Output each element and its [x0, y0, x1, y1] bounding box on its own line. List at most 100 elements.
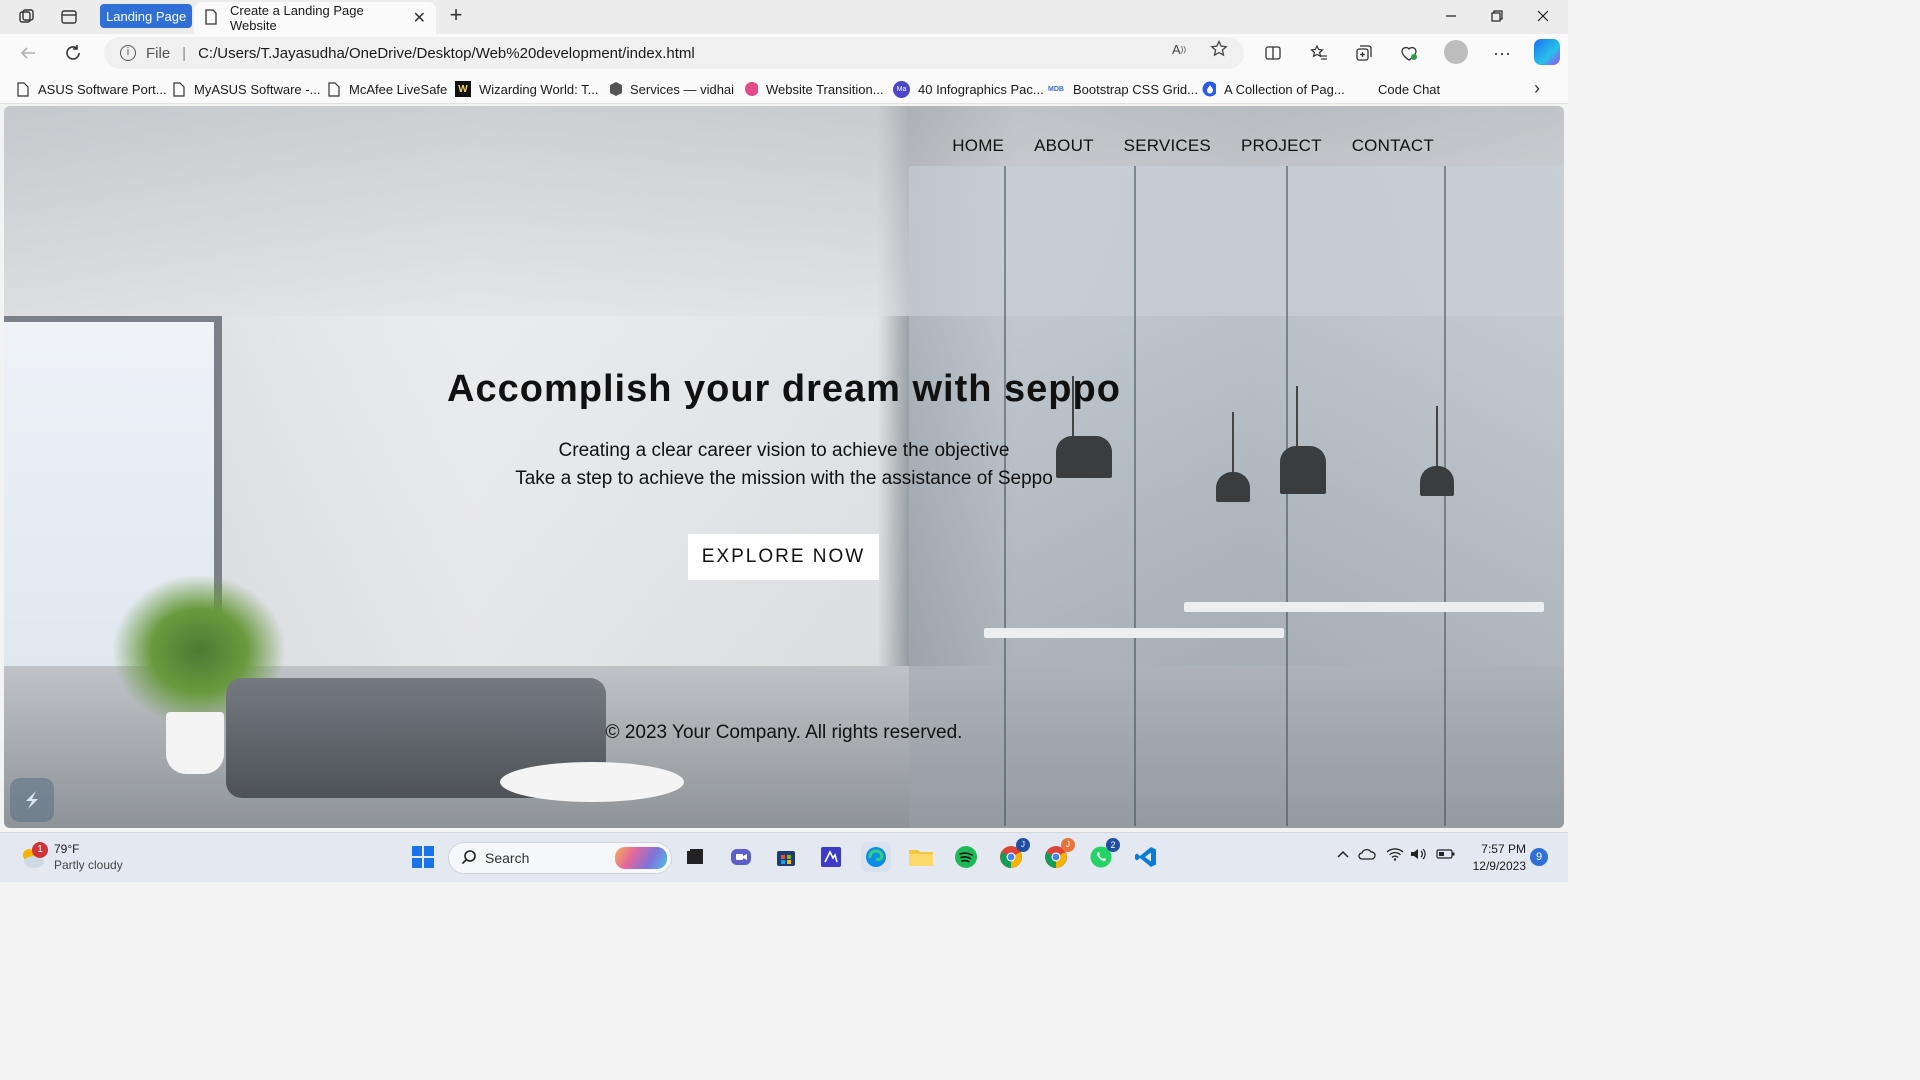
- read-aloud-icon[interactable]: A)): [1168, 38, 1190, 60]
- bookmark-item[interactable]: MyASUS Software -...: [172, 80, 320, 98]
- mdb-icon: MDB: [1048, 85, 1064, 93]
- taskbar-search[interactable]: Search: [448, 842, 672, 874]
- bookmarks-bar: ASUS Software Port... MyASUS Software -.…: [0, 72, 1568, 104]
- bookmark-item[interactable]: Ma 40 Infographics Pac...: [893, 80, 1044, 98]
- battery-icon[interactable]: [1436, 847, 1456, 864]
- onedrive-cloud-icon[interactable]: [1358, 847, 1376, 864]
- notification-count-badge[interactable]: 9: [1530, 848, 1548, 866]
- address-url: C:/Users/T.Jayasudha/OneDrive/Desktop/We…: [198, 44, 695, 62]
- visual-studio-icon[interactable]: [816, 842, 846, 872]
- split-screen-icon[interactable]: [1261, 41, 1285, 65]
- address-scheme: File: [146, 44, 171, 62]
- background-desk: [1184, 602, 1544, 612]
- favorites-icon[interactable]: [1307, 41, 1331, 65]
- copilot-icon[interactable]: [1534, 39, 1560, 65]
- bookmark-label: 40 Infographics Pac...: [918, 81, 1044, 97]
- explore-now-button[interactable]: EXPLORE NOW: [688, 534, 879, 580]
- hero-title: Accomplish your dream with seppo: [447, 368, 1121, 410]
- refresh-icon[interactable]: [61, 41, 85, 65]
- tab-actions-icon[interactable]: [58, 6, 80, 28]
- file-explorer-icon[interactable]: [906, 842, 936, 872]
- drop-icon: [1202, 81, 1216, 97]
- teams-meet-icon[interactable]: [726, 842, 756, 872]
- bookmark-label: Bootstrap CSS Grid...: [1073, 81, 1198, 97]
- active-tab[interactable]: Create a Landing Page Website ✕: [194, 2, 436, 34]
- weather-alert-badge: 1: [32, 842, 48, 858]
- chrome-profile-1-icon[interactable]: J: [996, 838, 1030, 872]
- bookmark-label: Website Transition...: [766, 81, 884, 97]
- chevron-right-icon[interactable]: ›: [1534, 78, 1540, 99]
- footer-copyright: © 2023 Your Company. All rights reserved…: [605, 722, 963, 743]
- search-icon: [461, 849, 477, 868]
- chrome-profile-2-icon[interactable]: J: [1041, 838, 1075, 872]
- close-icon[interactable]: ✕: [413, 8, 426, 28]
- volume-icon[interactable]: [1410, 847, 1428, 864]
- close-window-button[interactable]: [1520, 0, 1566, 32]
- background-coffee-table: [500, 762, 684, 802]
- taskbar-clock[interactable]: 7:57 PM 12/9/2023: [1462, 841, 1526, 875]
- profile-avatar[interactable]: [1444, 40, 1468, 64]
- bookmark-label: ASUS Software Port...: [38, 81, 167, 97]
- bookmark-item[interactable]: Website Transition...: [744, 80, 884, 98]
- nav-services-link[interactable]: SERVICES: [1124, 136, 1211, 156]
- nav-contact-link[interactable]: CONTACT: [1352, 136, 1434, 156]
- page-icon: [16, 81, 30, 97]
- browser-title-bar: Landing Page Create a Landing Page Websi…: [0, 0, 1568, 34]
- bookmark-item[interactable]: W Wizarding World: T...: [455, 80, 598, 98]
- restore-button[interactable]: [1474, 0, 1520, 32]
- chrome-profile-badge: J: [1016, 838, 1030, 852]
- tab-title: Create a Landing Page Website: [230, 3, 364, 33]
- more-options-icon[interactable]: ···: [1490, 41, 1514, 65]
- workspaces-icon[interactable]: [16, 6, 38, 28]
- bookmark-item[interactable]: Services — vidhai: [608, 80, 734, 98]
- hero-subtitle-line-1: Creating a clear career vision to achiev…: [558, 440, 1010, 461]
- sidebar-widget-icon[interactable]: [10, 778, 54, 822]
- vscode-icon[interactable]: [1131, 842, 1161, 872]
- page-icon: [172, 81, 186, 97]
- show-hidden-icons-chevron-icon[interactable]: [1336, 847, 1350, 864]
- windows-taskbar: 1 79°F Partly cloudy Search J J 2 7:57 P…: [0, 832, 1568, 882]
- tab-group-label[interactable]: Landing Page: [100, 4, 193, 28]
- windows-start-icon[interactable]: [408, 842, 438, 872]
- new-tab-button[interactable]: +: [444, 4, 468, 28]
- bookmark-label: Services — vidhai: [630, 81, 735, 97]
- whatsapp-icon[interactable]: 2: [1086, 838, 1120, 872]
- info-icon[interactable]: i: [120, 45, 136, 61]
- address-bar[interactable]: i File | C:/Users/T.Jayasudha/OneDrive/D…: [104, 37, 1244, 69]
- site-nav: HOME ABOUT SERVICES PROJECT CONTACT: [952, 136, 1434, 156]
- bookmark-label: MyASUS Software -...: [194, 81, 321, 97]
- nav-project-link[interactable]: PROJECT: [1241, 136, 1322, 156]
- bookmark-item[interactable]: ASUS Software Port...: [16, 80, 167, 98]
- browser-essentials-icon[interactable]: [1397, 41, 1421, 65]
- search-highlight-icon: [615, 847, 667, 869]
- search-placeholder: Search: [485, 850, 530, 866]
- collections-icon[interactable]: [1352, 41, 1376, 65]
- task-view-icon[interactable]: [680, 842, 710, 872]
- favorite-star-icon[interactable]: [1208, 38, 1230, 60]
- weather-condition: Partly cloudy: [54, 858, 123, 872]
- nav-about-link[interactable]: ABOUT: [1034, 136, 1094, 156]
- weather-temperature: 79°F: [54, 842, 80, 856]
- bookmark-item[interactable]: A Collection of Pag...: [1202, 80, 1345, 98]
- microsoft-store-icon[interactable]: [771, 842, 801, 872]
- background-desk: [984, 628, 1284, 638]
- bookmark-label: Wizarding World: T...: [479, 81, 599, 97]
- spotify-icon[interactable]: [951, 842, 981, 872]
- page-icon: [204, 8, 218, 28]
- weather-widget[interactable]: 1 79°F Partly cloudy: [18, 841, 123, 873]
- browser-toolbar: i File | C:/Users/T.Jayasudha/OneDrive/D…: [0, 34, 1568, 72]
- bookmark-item[interactable]: McAfee LiveSafe: [327, 80, 447, 98]
- back-arrow-icon[interactable]: [16, 41, 40, 65]
- minimize-button[interactable]: [1428, 0, 1474, 32]
- wifi-icon[interactable]: [1386, 847, 1404, 864]
- clock-date: 12/9/2023: [1472, 859, 1526, 873]
- edge-browser-icon[interactable]: [861, 842, 891, 872]
- chrome-profile-badge: J: [1061, 838, 1075, 852]
- bookmark-item[interactable]: MDB Bootstrap CSS Grid...: [1047, 80, 1198, 98]
- page-icon: [327, 81, 341, 97]
- bookmark-item[interactable]: Code Chat: [1378, 80, 1440, 98]
- bookmark-label: McAfee LiveSafe: [349, 81, 448, 97]
- partly-cloudy-icon: 1: [18, 842, 48, 870]
- nav-home-link[interactable]: HOME: [952, 136, 1004, 156]
- cube-icon: [608, 81, 622, 97]
